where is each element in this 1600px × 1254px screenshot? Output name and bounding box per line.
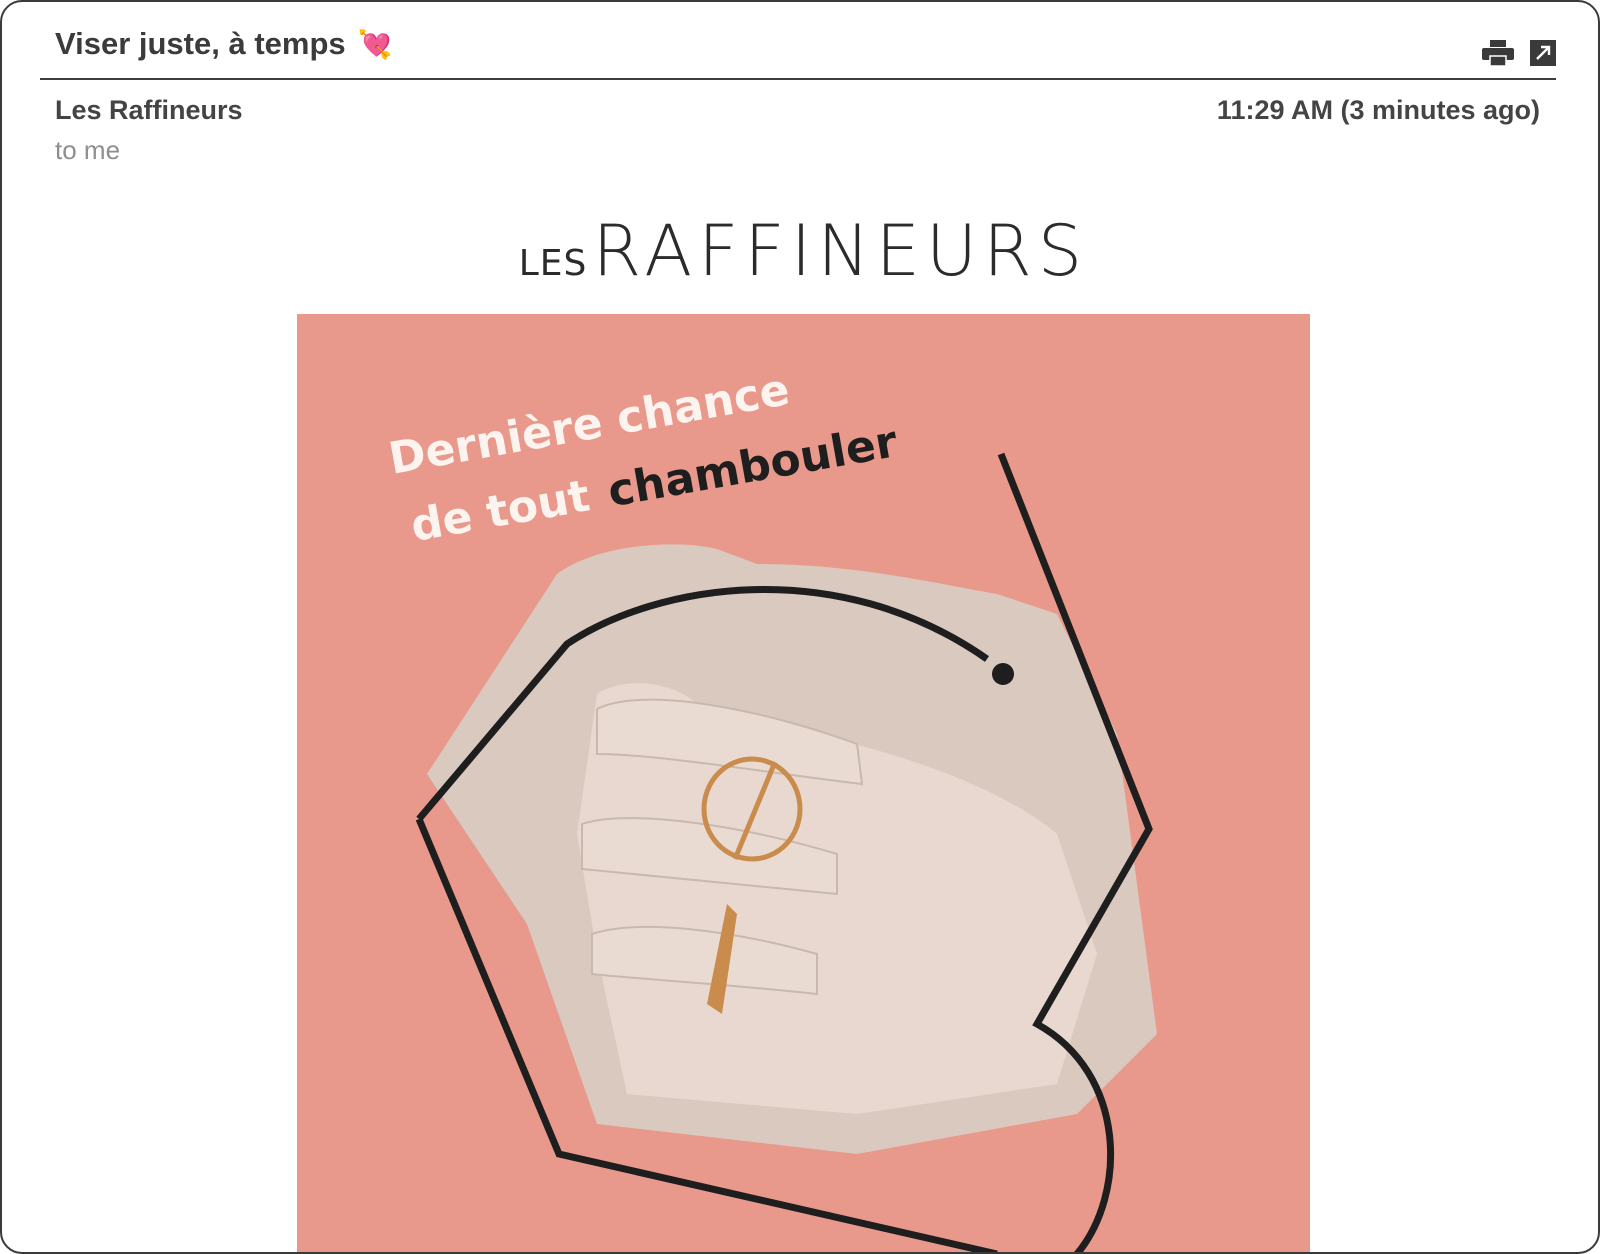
sender-name[interactable]: Les Raffineurs (55, 95, 243, 126)
email-body: LES RAFFINEURS Dernière chance de tout c… (297, 192, 1310, 1252)
email-header: Viser juste, à temps 💘 (40, 2, 1556, 80)
email-timestamp: 11:29 AM (3 minutes ago) (1216, 95, 1540, 125)
email-toolbar (1482, 40, 1556, 71)
hero-illustration: Dernière chance de tout chambouler (385, 364, 1157, 1252)
brand-logo[interactable]: LES RAFFINEURS (297, 210, 1310, 292)
headline-group: Dernière chance de tout chambouler (385, 364, 901, 553)
hero-banner[interactable]: Dernière chance de tout chambouler (297, 314, 1310, 1252)
printer-icon[interactable] (1482, 40, 1514, 71)
heart-arrow-icon: 💘 (357, 27, 393, 61)
logo-small-text: LES (518, 243, 588, 284)
email-subject: Viser juste, à temps 💘 (55, 26, 393, 62)
email-window: Viser juste, à temps 💘 Les Raffineurs to… (0, 0, 1600, 1254)
outline-dot (992, 663, 1014, 685)
subject-text: Viser juste, à temps (55, 26, 346, 61)
recipient-line[interactable]: to me (55, 135, 120, 166)
open-in-new-window-icon[interactable] (1530, 40, 1556, 71)
logo-big-text: RAFFINEURS (592, 210, 1089, 292)
headline-line2a: de tout (407, 471, 593, 553)
